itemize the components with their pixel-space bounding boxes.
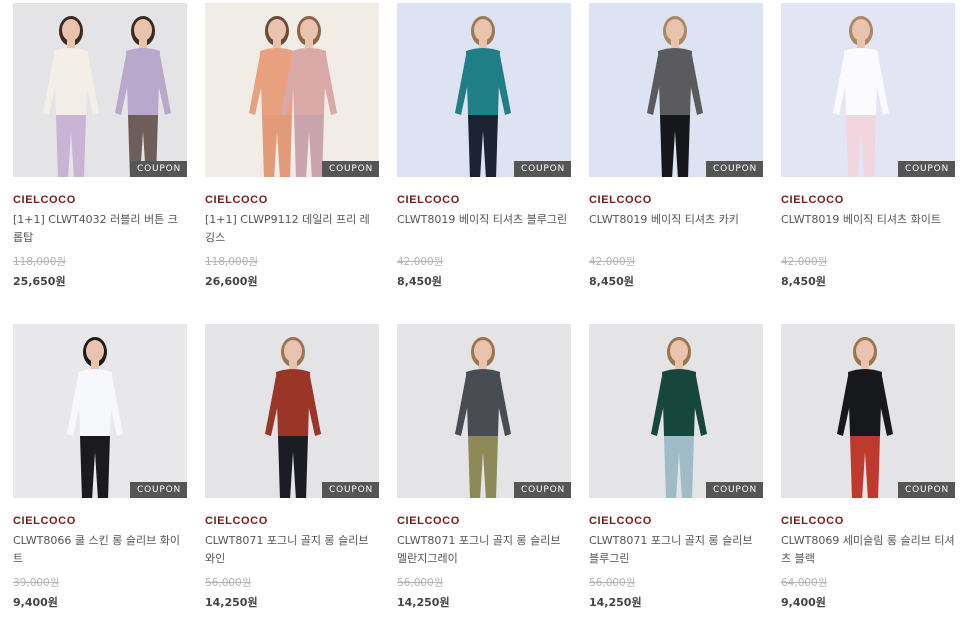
sale-price: 8,450원 (589, 275, 634, 288)
product-title[interactable]: CLWT8019 베이직 티셔츠 블루그린 (397, 211, 571, 229)
sale-price: 14,250원 (205, 596, 258, 609)
coupon-badge: COUPON (322, 482, 379, 498)
sale-price: 25,650원 (13, 275, 66, 288)
sale-price: 8,450원 (397, 275, 442, 288)
product-image[interactable]: COUPON (397, 324, 571, 498)
product-title[interactable]: CLWT8071 포그니 골지 롱 슬리브 멜란지그레이 (397, 532, 571, 568)
product-card[interactable]: COUPON CIELCOCO CLWT8019 베이직 티셔츠 화이트 42,000… (781, 3, 955, 288)
product-title[interactable]: [1+1] CLWP9112 데일리 프리 레깅스 (205, 211, 379, 247)
product-image[interactable]: COUPON (781, 324, 955, 498)
product-brand: CIELCOCO (205, 194, 268, 206)
original-price: 118,000원 (13, 256, 67, 268)
coupon-badge: COUPON (514, 482, 571, 498)
coupon-badge: COUPON (898, 161, 955, 177)
original-price: 42,000원 (781, 256, 828, 268)
coupon-badge: COUPON (130, 482, 187, 498)
product-image[interactable]: COUPON (205, 3, 379, 177)
coupon-badge: COUPON (322, 161, 379, 177)
product-card[interactable]: COUPON CIELCOCO CLWT8071 포그니 골지 롱 슬리브 멜란지그… (397, 324, 571, 609)
original-price: 56,000원 (205, 577, 252, 589)
coupon-badge: COUPON (514, 161, 571, 177)
sale-price: 14,250원 (589, 596, 642, 609)
product-brand: CIELCOCO (781, 194, 844, 206)
product-image[interactable]: COUPON (589, 324, 763, 498)
product-title[interactable]: CLWT8071 포그니 골지 롱 슬리브 와인 (205, 532, 379, 568)
product-card[interactable]: COUPON CIELCOCO CLWT8019 베이직 티셔츠 블루그린 42,00… (397, 3, 571, 288)
product-title[interactable]: CLWT8019 베이직 티셔츠 화이트 (781, 211, 955, 229)
product-brand: CIELCOCO (397, 515, 460, 527)
sale-price: 26,600원 (205, 275, 258, 288)
product-card[interactable]: COUPON CIELCOCO CLWT8071 포그니 골지 롱 슬리브 와인 56… (205, 324, 379, 609)
sale-price: 9,400원 (781, 596, 826, 609)
original-price: 56,000원 (397, 577, 444, 589)
original-price: 64,000원 (781, 577, 828, 589)
product-card[interactable]: COUPON CIELCOCO CLWT8019 베이직 티셔츠 카키 42,000원… (589, 3, 763, 288)
original-price: 39,000원 (13, 577, 60, 589)
product-brand: CIELCOCO (397, 194, 460, 206)
product-image[interactable]: COUPON (13, 3, 187, 177)
coupon-badge: COUPON (130, 161, 187, 177)
product-card[interactable]: COUPON CIELCOCO [1+1] CLWP9112 데일리 프리 레깅스 1… (205, 3, 379, 288)
sale-price: 14,250원 (397, 596, 450, 609)
product-brand: CIELCOCO (781, 515, 844, 527)
coupon-badge: COUPON (706, 161, 763, 177)
sale-price: 8,450원 (781, 275, 826, 288)
product-image[interactable]: COUPON (13, 324, 187, 498)
product-title[interactable]: CLWT8019 베이직 티셔츠 카키 (589, 211, 763, 229)
product-brand: CIELCOCO (13, 194, 76, 206)
product-card[interactable]: COUPON CIELCOCO CLWT8066 쿨 스킨 롱 슬리브 화이트 39,… (13, 324, 187, 609)
product-title[interactable]: CLWT8066 쿨 스킨 롱 슬리브 화이트 (13, 532, 187, 568)
sale-price: 9,400원 (13, 596, 58, 609)
original-price: 118,000원 (205, 256, 259, 268)
product-brand: CIELCOCO (13, 515, 76, 527)
product-grid: COUPON CIELCOCO [1+1] CLWT4032 러블리 버튼 크롭탑 1… (0, 0, 964, 629)
original-price: 56,000원 (589, 577, 636, 589)
product-card[interactable]: COUPON CIELCOCO CLWT8071 포그니 골지 롱 슬리브 블루그린… (589, 324, 763, 609)
product-card[interactable]: COUPON CIELCOCO CLWT8069 세미슬림 롱 슬리브 티셔츠 블랙… (781, 324, 955, 609)
original-price: 42,000원 (397, 256, 444, 268)
product-title[interactable]: [1+1] CLWT4032 러블리 버튼 크롭탑 (13, 211, 187, 247)
product-image[interactable]: COUPON (781, 3, 955, 177)
product-card[interactable]: COUPON CIELCOCO [1+1] CLWT4032 러블리 버튼 크롭탑 1… (13, 3, 187, 288)
product-brand: CIELCOCO (589, 515, 652, 527)
product-image[interactable]: COUPON (589, 3, 763, 177)
product-brand: CIELCOCO (205, 515, 268, 527)
coupon-badge: COUPON (706, 482, 763, 498)
product-image[interactable]: COUPON (205, 324, 379, 498)
product-title[interactable]: CLWT8071 포그니 골지 롱 슬리브 블루그린 (589, 532, 763, 568)
product-brand: CIELCOCO (589, 194, 652, 206)
product-title[interactable]: CLWT8069 세미슬림 롱 슬리브 티셔츠 블랙 (781, 532, 955, 568)
original-price: 42,000원 (589, 256, 636, 268)
coupon-badge: COUPON (898, 482, 955, 498)
product-image[interactable]: COUPON (397, 3, 571, 177)
